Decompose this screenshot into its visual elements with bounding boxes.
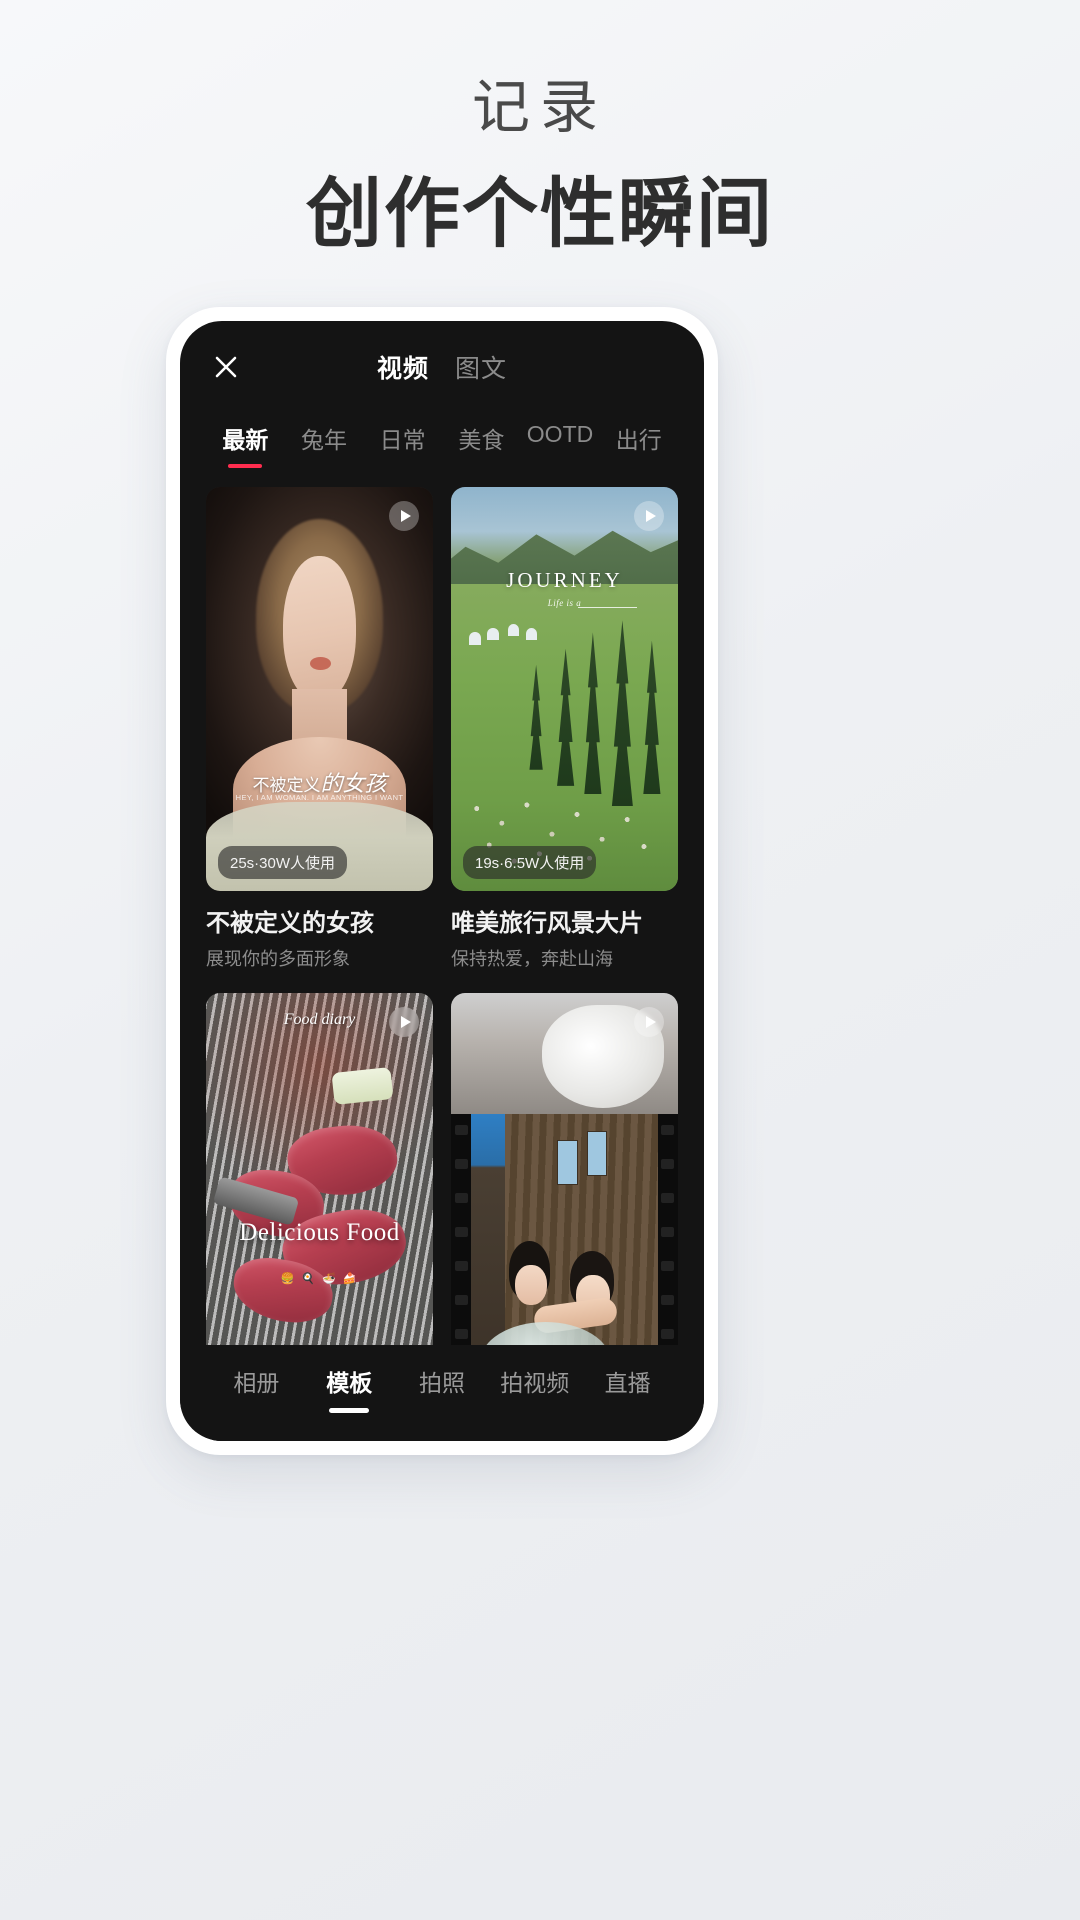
chip-ootd[interactable]: OOTD <box>521 421 600 461</box>
bottom-navigation: 相册 模板 拍照 拍视频 直播 <box>180 1345 704 1441</box>
chip-active-underline <box>228 464 263 468</box>
nav-active-underline <box>515 1408 555 1413</box>
play-icon[interactable] <box>634 501 664 531</box>
template-card[interactable]: JOURNEY Life is a 19s·6.5W人使用 唯美旅行风景大片 保… <box>451 487 678 971</box>
nav-label: 拍视频 <box>500 1369 570 1396</box>
template-thumbnail[interactable] <box>451 992 678 1345</box>
template-card[interactable]: Food diary Delicious Food 🍔 🍳 🍜 🍰 <box>206 992 433 1345</box>
tab-video[interactable]: 视频 <box>377 349 429 385</box>
chip-daily[interactable]: 日常 <box>363 421 442 468</box>
chip-rabbit-year[interactable]: 兔年 <box>285 421 364 468</box>
template-title: 唯美旅行风景大片 <box>451 909 643 937</box>
nav-item-photo[interactable]: 拍照 <box>396 1364 489 1413</box>
chip-travel[interactable]: 出行 <box>599 421 678 468</box>
nav-item-live[interactable]: 直播 <box>581 1364 674 1413</box>
nav-label: 相册 <box>233 1369 280 1396</box>
chip-active-underline <box>386 464 420 468</box>
template-thumbnail[interactable]: 不被定义的女孩 HEY, I AM WOMAN. I AM ANYTHING I… <box>206 487 433 891</box>
thumbnail-artwork: Food diary Delicious Food 🍔 🍳 🍜 🍰 <box>206 992 433 1345</box>
template-card[interactable]: 不被定义的女孩 HEY, I AM WOMAN. I AM ANYTHING I… <box>206 487 433 971</box>
template-subtitle: 展现你的多面形象 <box>206 948 350 969</box>
chip-label: 出行 <box>615 427 662 453</box>
thumbnail-overlay-subtext: HEY, I AM WOMAN. I AM ANYTHING I WANT <box>235 792 404 802</box>
nav-label: 拍照 <box>418 1369 465 1396</box>
thumbnail-overlay-rule <box>578 606 638 608</box>
chip-active-underline <box>543 457 577 461</box>
nav-item-album[interactable]: 相册 <box>210 1364 303 1413</box>
chip-latest[interactable]: 最新 <box>206 421 285 468</box>
thumbnail-artwork <box>451 992 678 1345</box>
chip-active-underline <box>464 464 498 468</box>
chip-label: 美食 <box>458 427 505 453</box>
phone-mockup-frame: 视频 图文 最新 兔年 日常 美食 OOTD 出行 不被定义的女孩 HEY, I… <box>166 307 718 1455</box>
nav-active-underline <box>329 1407 370 1413</box>
template-grid: 不被定义的女孩 HEY, I AM WOMAN. I AM ANYTHING I… <box>206 487 678 1345</box>
template-meta-badge: 25s·30W人使用 <box>218 845 348 879</box>
nav-item-template[interactable]: 模板 <box>303 1364 396 1413</box>
template-grid-scroll[interactable]: 不被定义的女孩 HEY, I AM WOMAN. I AM ANYTHING I… <box>180 487 704 1345</box>
category-chip-row: 最新 兔年 日常 美食 OOTD 出行 <box>180 413 704 487</box>
nav-label: 模板 <box>326 1369 373 1396</box>
play-icon[interactable] <box>389 501 419 531</box>
app-header: 视频 图文 <box>180 321 704 413</box>
thumbnail-overlay-subtext: Food diary <box>283 1011 356 1029</box>
nav-active-underline <box>422 1408 462 1413</box>
thumbnail-overlay-text: Delicious Food <box>239 1219 400 1247</box>
chip-active-underline <box>307 464 341 468</box>
nav-item-video[interactable]: 拍视频 <box>488 1364 581 1413</box>
promo-subline: 记录 <box>471 75 608 140</box>
chip-label: 最新 <box>222 427 269 453</box>
template-subtitle: 保持热爱，奔赴山海 <box>451 948 613 969</box>
tab-imagetext[interactable]: 图文 <box>455 349 507 385</box>
chip-active-underline <box>622 464 656 468</box>
thumbnail-overlay-subtext: Life is a <box>547 598 582 609</box>
chip-label: OOTD <box>526 421 594 447</box>
thumbnail-artwork: 不被定义的女孩 HEY, I AM WOMAN. I AM ANYTHING I… <box>206 487 433 891</box>
promo-headline: 创作个性瞬间 <box>306 171 774 257</box>
template-thumbnail[interactable]: Food diary Delicious Food 🍔 🍳 🍜 🍰 <box>206 992 433 1345</box>
template-meta-badge: 19s·6.5W人使用 <box>463 845 597 879</box>
nav-label: 直播 <box>604 1369 651 1396</box>
close-icon[interactable] <box>206 347 246 387</box>
template-title: 不被定义的女孩 <box>206 909 374 937</box>
thumbnail-overlay-text: JOURNEY <box>506 567 623 592</box>
promo-headline-block: 记录 创作个性瞬间 <box>0 0 1080 300</box>
template-card[interactable] <box>451 992 678 1345</box>
chip-food[interactable]: 美食 <box>442 421 521 468</box>
thumbnail-overlay-emoji: 🍔 🍳 🍜 🍰 <box>280 1272 359 1285</box>
play-icon[interactable] <box>389 1006 419 1037</box>
chip-label: 日常 <box>379 427 426 453</box>
phone-screen: 视频 图文 最新 兔年 日常 美食 OOTD 出行 不被定义的女孩 HEY, I… <box>180 321 704 1441</box>
play-icon[interactable] <box>634 1006 664 1037</box>
chip-label: 兔年 <box>301 427 347 453</box>
template-thumbnail[interactable]: JOURNEY Life is a 19s·6.5W人使用 <box>451 487 678 891</box>
mode-tab-group: 视频 图文 <box>180 321 704 413</box>
thumbnail-artwork: JOURNEY Life is a <box>451 487 678 891</box>
nav-active-underline <box>236 1408 276 1413</box>
nav-active-underline <box>608 1408 648 1413</box>
